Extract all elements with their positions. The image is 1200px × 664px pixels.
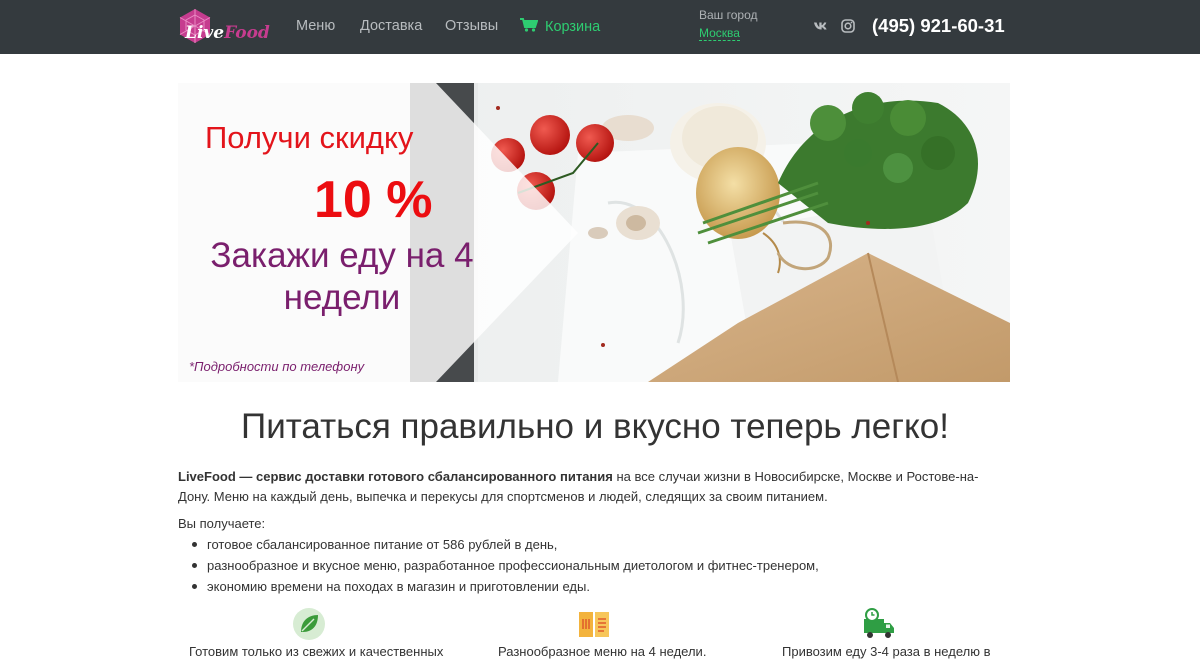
benefit-item: готовое сбалансированное питание от 586 … <box>192 534 819 555</box>
leaf-icon <box>293 608 325 640</box>
intro-paragraph: LiveFood — сервис доставки готового сбал… <box>178 467 1008 506</box>
benefit-item: разнообразное и вкусное меню, разработан… <box>192 555 819 576</box>
logo-text: LiveFood <box>185 23 270 43</box>
promo-discount: 10 % <box>314 171 433 229</box>
promo-headline: Получи скидку <box>205 120 414 155</box>
logo-text-live: Live <box>185 23 225 43</box>
feature-text: Привозим еду 3-4 раза в неделю в <box>782 644 991 659</box>
instagram-icon[interactable] <box>840 18 856 34</box>
promo-footnote: *Подробности по телефону <box>189 359 365 374</box>
benefits-label: Вы получаете: <box>178 516 266 531</box>
cart-icon <box>520 18 538 32</box>
intro-bold: LiveFood — сервис доставки готового сбал… <box>178 469 613 484</box>
nav-delivery-link[interactable]: Доставка <box>360 18 422 34</box>
nav-menu-link[interactable]: Меню <box>296 18 335 34</box>
nav-cart-label: Корзина <box>545 19 601 35</box>
city-label: Ваш город <box>699 8 758 22</box>
promo-subline: Закажи еду на 4 недели <box>210 236 474 317</box>
city-selector[interactable]: Москва <box>699 26 740 41</box>
menu-book-icon <box>579 612 609 637</box>
promo-banner[interactable]: Получи скидку 10 % Закажи еду на 4 недел… <box>178 83 1010 382</box>
top-navbar: LiveFood Меню Доставка Отзывы Корзина Ва… <box>0 0 1200 54</box>
nav-reviews-link[interactable]: Отзывы <box>445 18 498 34</box>
nav-cart-link[interactable]: Корзина <box>520 18 600 35</box>
feature-text: Разнообразное меню на 4 недели. <box>498 644 707 659</box>
page-title: Питаться правильно и вкусно теперь легко… <box>241 407 949 446</box>
delivery-truck-icon <box>864 608 894 638</box>
benefit-item: экономию времени на походах в магазин и … <box>192 576 819 597</box>
phone-number[interactable]: (495) 921-60-31 <box>872 15 1005 37</box>
logo-text-food: Food <box>224 23 270 43</box>
logo[interactable]: LiveFood <box>177 8 270 46</box>
benefits-list: готовое сбалансированное питание от 586 … <box>192 534 819 597</box>
vk-icon[interactable] <box>813 18 829 34</box>
feature-text: Готовим только из свежих и качественных <box>189 644 444 659</box>
